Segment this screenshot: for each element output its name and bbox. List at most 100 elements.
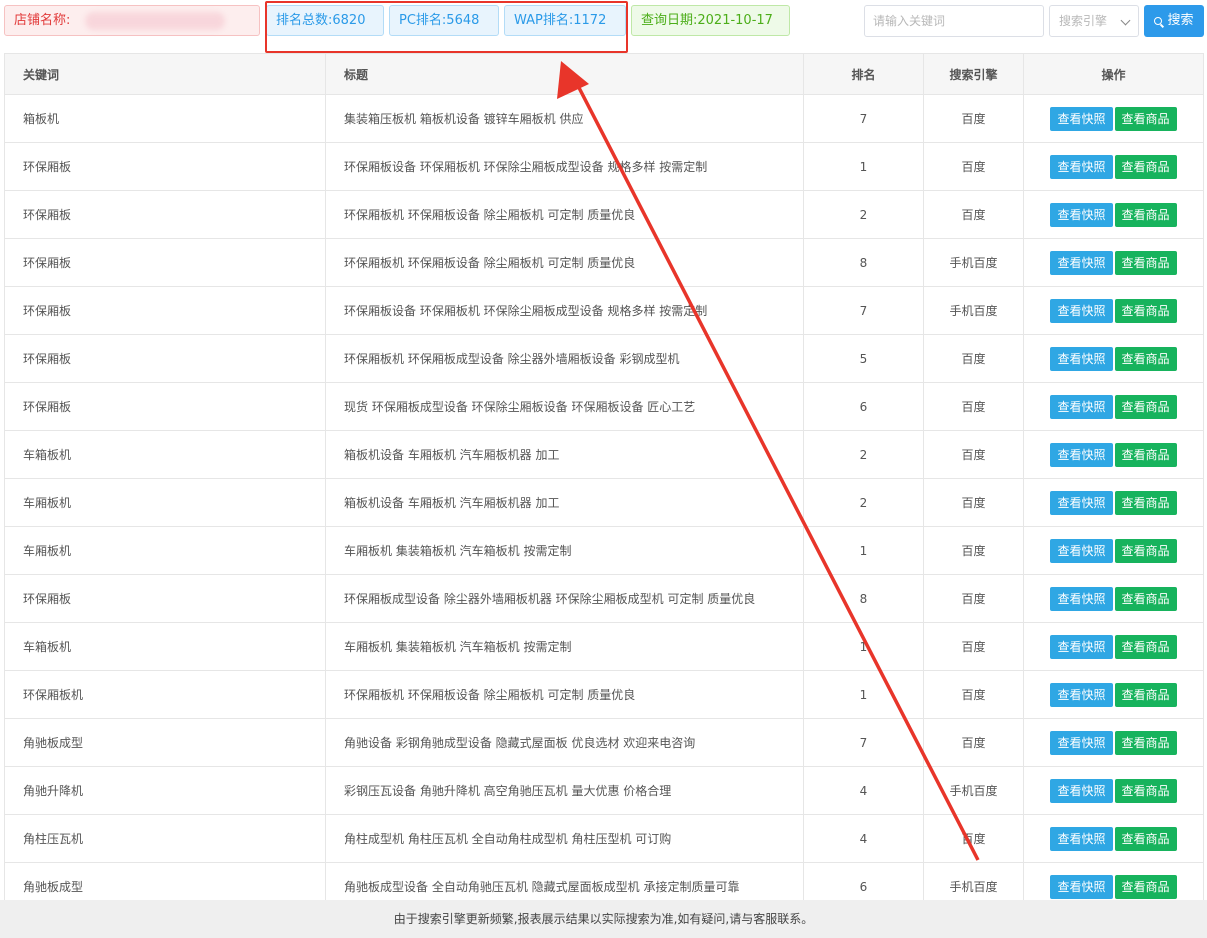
view-product-button[interactable]: 查看商品 xyxy=(1114,106,1177,131)
title-cell: 环保厢板机 环保厢板设备 除尘厢板机 可定制 质量优良 xyxy=(325,670,804,719)
title-cell: 环保厢板机 环保厢板设备 除尘厢板机 可定制 质量优良 xyxy=(325,190,804,239)
actions-cell: 查看快照 查看商品 xyxy=(1023,430,1204,479)
keyword-cell: 环保厢板 xyxy=(4,382,326,431)
column-header-rank[interactable]: 排名 xyxy=(803,53,924,95)
actions-cell: 查看快照 查看商品 xyxy=(1023,238,1204,287)
rank-cell: 1 xyxy=(803,622,924,671)
view-product-button[interactable]: 查看商品 xyxy=(1114,490,1177,515)
engine-cell: 百度 xyxy=(923,670,1024,719)
title-cell: 环保厢板设备 环保厢板机 环保除尘厢板成型设备 规格多样 按需定制 xyxy=(325,286,804,335)
view-snapshot-button[interactable]: 查看快照 xyxy=(1050,682,1113,707)
table-row: 环保厢板机 环保厢板机 环保厢板设备 除尘厢板机 可定制 质量优良 1 百度 查看快照查… xyxy=(4,670,1204,719)
view-product-button[interactable]: 查看商品 xyxy=(1114,634,1177,659)
title-cell: 箱板机设备 车厢板机 汽车厢板机器 加工 xyxy=(325,430,804,479)
view-product-button[interactable]: 查看商品 xyxy=(1114,154,1177,179)
rank-cell: 7 xyxy=(803,718,924,767)
rank-cell: 2 xyxy=(803,478,924,527)
keyword-cell: 车箱板机 xyxy=(4,430,326,479)
view-snapshot-button[interactable]: 查看快照 xyxy=(1050,346,1113,371)
search-button[interactable]: 搜索 xyxy=(1144,5,1204,37)
keyword-search-input[interactable] xyxy=(864,5,1044,37)
rank-cell: 8 xyxy=(803,238,924,287)
view-snapshot-button[interactable]: 查看快照 xyxy=(1050,874,1113,899)
view-product-button[interactable]: 查看商品 xyxy=(1114,394,1177,419)
view-product-button[interactable]: 查看商品 xyxy=(1114,442,1177,467)
rank-cell: 2 xyxy=(803,190,924,239)
view-product-button[interactable]: 查看商品 xyxy=(1114,826,1177,851)
engine-cell: 百度 xyxy=(923,622,1024,671)
table-row: 车厢板机 箱板机设备 车厢板机 汽车厢板机器 加工 2 百度 查看快照 查看商品 xyxy=(4,478,1204,527)
rank-cell: 1 xyxy=(803,670,924,719)
keyword-cell: 环保厢板 xyxy=(4,142,326,191)
shop-name-label: 店铺名称: xyxy=(14,13,71,28)
actions-cell: 查看快照 查看商品 xyxy=(1023,286,1204,335)
title-cell: 环保厢板机 环保厢板成型设备 除尘器外墙厢板设备 彩钢成型机 xyxy=(325,334,804,383)
view-snapshot-button[interactable]: 查看快照 xyxy=(1050,106,1113,131)
column-header-title[interactable]: 标题 xyxy=(325,53,804,95)
table-row: 角驰升降机 彩钢压瓦设备 角驰升降机 高空角驰压瓦机 量大优惠 价格合理 4 手机百度… xyxy=(4,766,1204,815)
actions-cell: 查看快照 查看商品 xyxy=(1023,670,1204,719)
actions-cell: 查看快照 查看商品 xyxy=(1023,766,1204,815)
table-row: 车箱板机 车厢板机 集装箱板机 汽车箱板机 按需定制 1 百度 查看快照 查看商品 xyxy=(4,622,1204,671)
view-snapshot-button[interactable]: 查看快照 xyxy=(1050,778,1113,803)
view-product-button[interactable]: 查看商品 xyxy=(1114,298,1177,323)
search-engine-select[interactable]: 搜索引擎 xyxy=(1049,5,1139,37)
engine-cell: 百度 xyxy=(923,142,1024,191)
view-snapshot-button[interactable]: 查看快照 xyxy=(1050,826,1113,851)
table-body: 箱板机 集装箱压板机 箱板机设备 镀锌车厢板机 供应 7 百度 查看快照 查看商品 环保厢板… xyxy=(4,94,1204,911)
engine-cell: 手机百度 xyxy=(923,286,1024,335)
view-snapshot-button[interactable]: 查看快照 xyxy=(1050,394,1113,419)
table-row: 车箱板机 箱板机设备 车厢板机 汽车厢板机器 加工 2 百度 查看快照 查看商品 xyxy=(4,430,1204,479)
engine-cell: 百度 xyxy=(923,718,1024,767)
view-snapshot-button[interactable]: 查看快照 xyxy=(1050,154,1113,179)
view-product-button[interactable]: 查看商品 xyxy=(1114,874,1177,899)
view-product-button[interactable]: 查看商品 xyxy=(1114,250,1177,275)
table-row: 环保厢板 环保厢板设备 环保厢板机 环保除尘厢板成型设备 规格多样 按需定制 1 百度… xyxy=(4,142,1204,191)
actions-cell: 查看快照 查看商品 xyxy=(1023,622,1204,671)
shop-name-tag: 店铺名称: xyxy=(4,5,260,36)
actions-cell: 查看快照 查看商品 xyxy=(1023,334,1204,383)
engine-cell: 百度 xyxy=(923,190,1024,239)
title-cell: 车厢板机 集装箱板机 汽车箱板机 按需定制 xyxy=(325,526,804,575)
view-snapshot-button[interactable]: 查看快照 xyxy=(1050,730,1113,755)
view-snapshot-button[interactable]: 查看快照 xyxy=(1050,298,1113,323)
title-cell: 车厢板机 集装箱板机 汽车箱板机 按需定制 xyxy=(325,622,804,671)
view-product-button[interactable]: 查看商品 xyxy=(1114,538,1177,563)
keyword-cell: 车厢板机 xyxy=(4,526,326,575)
view-snapshot-button[interactable]: 查看快照 xyxy=(1050,442,1113,467)
keyword-cell: 环保厢板机 xyxy=(4,670,326,719)
view-snapshot-button[interactable]: 查看快照 xyxy=(1050,202,1113,227)
engine-cell: 百度 xyxy=(923,574,1024,623)
view-product-button[interactable]: 查看商品 xyxy=(1114,586,1177,611)
rank-cell: 2 xyxy=(803,430,924,479)
title-cell: 彩钢压瓦设备 角驰升降机 高空角驰压瓦机 量大优惠 价格合理 xyxy=(325,766,804,815)
title-cell: 环保厢板设备 环保厢板机 环保除尘厢板成型设备 规格多样 按需定制 xyxy=(325,142,804,191)
view-snapshot-button[interactable]: 查看快照 xyxy=(1050,634,1113,659)
shop-name-redacted xyxy=(85,12,225,30)
view-snapshot-button[interactable]: 查看快照 xyxy=(1050,538,1113,563)
engine-cell: 手机百度 xyxy=(923,238,1024,287)
view-product-button[interactable]: 查看商品 xyxy=(1114,682,1177,707)
column-header-engine[interactable]: 搜索引擎 xyxy=(923,53,1024,95)
chevron-down-icon xyxy=(1120,15,1131,26)
search-engine-placeholder: 搜索引擎 xyxy=(1059,14,1108,28)
view-product-button[interactable]: 查看商品 xyxy=(1114,730,1177,755)
footer-notice: 由于搜索引擎更新频繁,报表展示结果以实际搜索为准,如有疑问,请与客服联系。 xyxy=(0,900,1207,938)
title-cell: 环保厢板成型设备 除尘器外墙厢板机器 环保除尘厢板成型机 可定制 质量优良 xyxy=(325,574,804,623)
rank-cell: 7 xyxy=(803,94,924,143)
view-snapshot-button[interactable]: 查看快照 xyxy=(1050,250,1113,275)
column-header-keyword[interactable]: 关键词 xyxy=(4,53,326,95)
view-snapshot-button[interactable]: 查看快照 xyxy=(1050,490,1113,515)
keyword-cell: 角驰升降机 xyxy=(4,766,326,815)
keyword-cell: 箱板机 xyxy=(4,94,326,143)
view-product-button[interactable]: 查看商品 xyxy=(1114,778,1177,803)
title-cell: 集装箱压板机 箱板机设备 镀锌车厢板机 供应 xyxy=(325,94,804,143)
search-button-label: 搜索 xyxy=(1167,13,1194,28)
title-cell: 角柱成型机 角柱压瓦机 全自动角柱成型机 角柱压型机 可订购 xyxy=(325,814,804,863)
actions-cell: 查看快照 查看商品 xyxy=(1023,478,1204,527)
view-snapshot-button[interactable]: 查看快照 xyxy=(1050,586,1113,611)
engine-cell: 百度 xyxy=(923,334,1024,383)
table-row: 环保厢板 现货 环保厢板成型设备 环保除尘厢板设备 环保厢板设备 匠心工艺 6 百度查… xyxy=(4,382,1204,431)
view-product-button[interactable]: 查看商品 xyxy=(1114,346,1177,371)
view-product-button[interactable]: 查看商品 xyxy=(1114,202,1177,227)
